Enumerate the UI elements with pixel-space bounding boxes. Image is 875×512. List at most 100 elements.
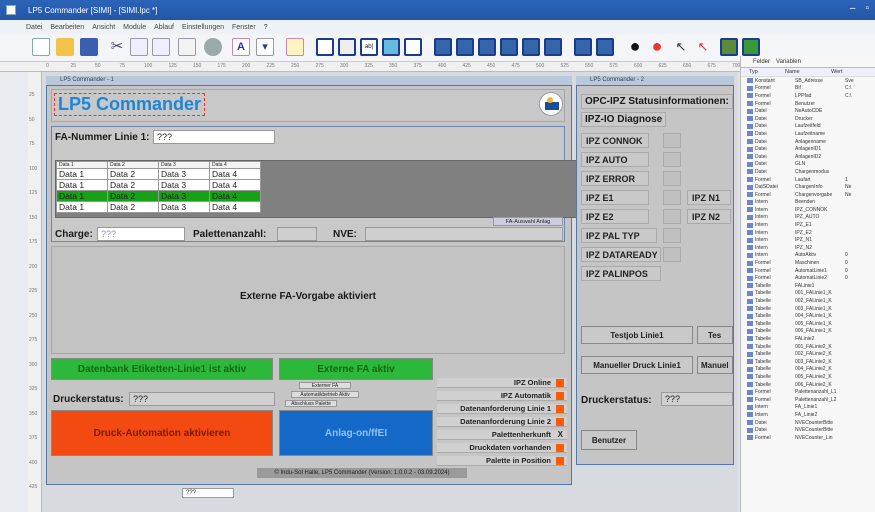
property-row[interactable]: Intern FA_Linie1 bbox=[741, 404, 875, 412]
property-row[interactable]: Tabelle 002_FALinie1_K bbox=[741, 297, 875, 305]
menu-bearbeiten[interactable]: Bearbeiten bbox=[50, 24, 84, 31]
circle-icon[interactable] bbox=[204, 38, 222, 56]
menu-ablauf[interactable]: Ablauf bbox=[154, 24, 174, 31]
property-row[interactable]: Datei NVECounterBitte bbox=[741, 419, 875, 427]
property-row[interactable]: Tabelle 002_FALinie2_K bbox=[741, 350, 875, 358]
property-row[interactable]: Datei GLN bbox=[741, 161, 875, 169]
table-icon[interactable] bbox=[404, 38, 422, 56]
property-row[interactable]: Tabelle 004_FALinie1_K bbox=[741, 312, 875, 320]
property-row[interactable]: Tabelle 005_FALinie1_K bbox=[741, 320, 875, 328]
new-file-icon[interactable] bbox=[32, 38, 50, 56]
property-row[interactable]: Tabelle 004_FALinie2_K bbox=[741, 366, 875, 374]
listbox-icon[interactable] bbox=[338, 38, 356, 56]
picture-box-icon[interactable] bbox=[382, 38, 400, 56]
table-row[interactable]: Data 1 Data 2 Data 3 Data 4 bbox=[56, 168, 261, 180]
property-row[interactable]: Formel Palettenanzahl_L1 bbox=[741, 388, 875, 396]
property-row[interactable]: Tabelle FALinie2 bbox=[741, 335, 875, 343]
property-row[interactable]: Formel NVECounter_Lin bbox=[741, 434, 875, 442]
minimize-icon[interactable]: – bbox=[850, 3, 856, 14]
property-row[interactable]: Tabelle 005_FALinie2_K bbox=[741, 373, 875, 381]
table-row-selected[interactable]: Data 1 Data 2 Data 3 Data 4 bbox=[56, 190, 261, 202]
snap-icon[interactable] bbox=[742, 38, 760, 56]
align-bottom-icon[interactable] bbox=[544, 38, 562, 56]
property-row[interactable]: Formel Benutzer bbox=[741, 100, 875, 108]
run-icon[interactable]: ● bbox=[626, 37, 644, 56]
maximize-icon[interactable]: ▫ bbox=[865, 3, 869, 14]
abschluss-palette-small-button[interactable]: Abschluss Palette bbox=[285, 400, 337, 407]
property-row[interactable]: Datei NeAutoCDE bbox=[741, 107, 875, 115]
property-row[interactable]: Intern FA_Linie2 bbox=[741, 411, 875, 419]
left-window-tab[interactable]: LP5 Commander - 1 bbox=[46, 76, 572, 85]
property-row[interactable]: Tabelle FALinie1 bbox=[741, 282, 875, 290]
pointer-red-icon[interactable]: ↖ bbox=[694, 38, 712, 56]
property-row[interactable]: Datei AnlagenID2 bbox=[741, 153, 875, 161]
testjob-linie1-button[interactable]: Testjob Linie1 bbox=[581, 326, 693, 344]
align-right-icon[interactable] bbox=[478, 38, 496, 56]
property-row[interactable]: Tabelle 003_FALinie1_K bbox=[741, 305, 875, 313]
property-row[interactable]: Formel AutomatLinie1 0 bbox=[741, 267, 875, 275]
property-row[interactable]: Datei Laufzeitname bbox=[741, 130, 875, 138]
property-row[interactable]: Datei NVECounterBitte bbox=[741, 426, 875, 434]
fa-auswahl-button[interactable]: FA-Auswahl Anlag bbox=[493, 217, 563, 226]
dropdown-icon[interactable]: ▾ bbox=[256, 38, 274, 56]
image-icon[interactable] bbox=[286, 38, 304, 56]
property-row[interactable]: Tabelle 006_FALinie1_K bbox=[741, 328, 875, 336]
menu-fenster[interactable]: Fenster bbox=[232, 24, 256, 31]
cut-icon[interactable]: ✂ bbox=[108, 38, 126, 56]
data-table[interactable]: Data 1 Data 2 Data 3 Data 4 Data 1 Data … bbox=[55, 160, 589, 218]
property-row[interactable]: Datei Anlagenname bbox=[741, 138, 875, 146]
property-row[interactable]: Tabelle 003_FALinie2_K bbox=[741, 358, 875, 366]
save-icon[interactable] bbox=[80, 38, 98, 56]
property-row[interactable]: Intern IPZ_E1 bbox=[741, 221, 875, 229]
property-row[interactable]: Datei Drucker bbox=[741, 115, 875, 123]
button-icon[interactable] bbox=[316, 38, 334, 56]
druck-automation-button[interactable]: Druck-Automation aktivieren bbox=[51, 410, 273, 456]
nve-field[interactable] bbox=[365, 227, 563, 241]
property-row[interactable]: Intern IPZ_AUTO bbox=[741, 214, 875, 222]
menu-help[interactable]: ? bbox=[264, 24, 268, 31]
menu-einstellungen[interactable]: Einstellungen bbox=[182, 24, 224, 31]
align-center-icon[interactable] bbox=[456, 38, 474, 56]
property-row[interactable]: Datei Laufzeitfeld bbox=[741, 123, 875, 131]
property-row[interactable]: Formel Maschinen 0 bbox=[741, 259, 875, 267]
tab-variablen[interactable]: Variablen bbox=[776, 59, 801, 65]
property-row[interactable]: Intern IPZ_E2 bbox=[741, 229, 875, 237]
property-row[interactable]: Intern IPZ_CONNOK bbox=[741, 206, 875, 214]
text-field-icon[interactable]: A bbox=[232, 38, 250, 56]
property-row[interactable]: Formel AutomatLinie2 0 bbox=[741, 274, 875, 282]
datenbank-etiketten-button[interactable]: Datenbank Etiketten-Linie1 ist aktiv bbox=[51, 358, 273, 380]
automatikbetrieb-small-button[interactable]: Automatikbetrieb Aktiv bbox=[291, 391, 359, 398]
label-icon[interactable]: ab| bbox=[360, 38, 378, 56]
tab-felder[interactable]: Felder bbox=[753, 59, 770, 65]
right-window-tab[interactable]: LP5 Commander - 2 bbox=[576, 76, 734, 85]
menu-datei[interactable]: Datei bbox=[26, 24, 42, 31]
property-row[interactable]: Formel Chargenvorgabe Ne bbox=[741, 191, 875, 199]
charge-field[interactable]: ??? bbox=[97, 227, 185, 241]
grid-icon[interactable] bbox=[720, 38, 738, 56]
menu-module[interactable]: Module bbox=[123, 24, 146, 31]
property-row[interactable]: Intern AutoAktiv 0 bbox=[741, 252, 875, 260]
property-row[interactable]: Tabelle 006_FALinie2_K bbox=[741, 381, 875, 389]
property-row[interactable]: Tabelle 001_FALinie1_K bbox=[741, 290, 875, 298]
align-left-icon[interactable] bbox=[434, 38, 452, 56]
property-row[interactable]: Tabelle 001_FALinie2_K bbox=[741, 343, 875, 351]
menu-ansicht[interactable]: Ansicht bbox=[92, 24, 115, 31]
externer-fa-small-button[interactable]: Externer FA bbox=[299, 382, 351, 389]
manueller-druck-linie2-button[interactable]: Manuel bbox=[697, 356, 733, 374]
fa-number-field[interactable]: ??? bbox=[153, 130, 275, 144]
property-row[interactable]: Intern Beenden bbox=[741, 199, 875, 207]
externe-fa-button[interactable]: Externe FA aktiv bbox=[279, 358, 433, 380]
table-row[interactable]: Data 1 Data 2 Data 3 Data 4 bbox=[56, 201, 261, 213]
align-top-icon[interactable] bbox=[500, 38, 518, 56]
property-row[interactable]: Datei AnlagenID1 bbox=[741, 145, 875, 153]
property-row[interactable]: Intern IPZ_N1 bbox=[741, 236, 875, 244]
palettenanzahl-field[interactable] bbox=[277, 227, 317, 241]
copy-icon[interactable] bbox=[130, 38, 148, 56]
property-row[interactable]: Formel Bif C:\ bbox=[741, 85, 875, 93]
table-row[interactable]: Data 1 Data 2 Data 3 Data 4 bbox=[56, 179, 261, 191]
property-row[interactable]: Intern IPZ_N2 bbox=[741, 244, 875, 252]
benutzer-button[interactable]: Benutzer bbox=[581, 430, 637, 450]
frame-icon[interactable] bbox=[178, 38, 196, 56]
same-width-icon[interactable] bbox=[574, 38, 592, 56]
property-row[interactable]: Datei Chargenmodus bbox=[741, 168, 875, 176]
